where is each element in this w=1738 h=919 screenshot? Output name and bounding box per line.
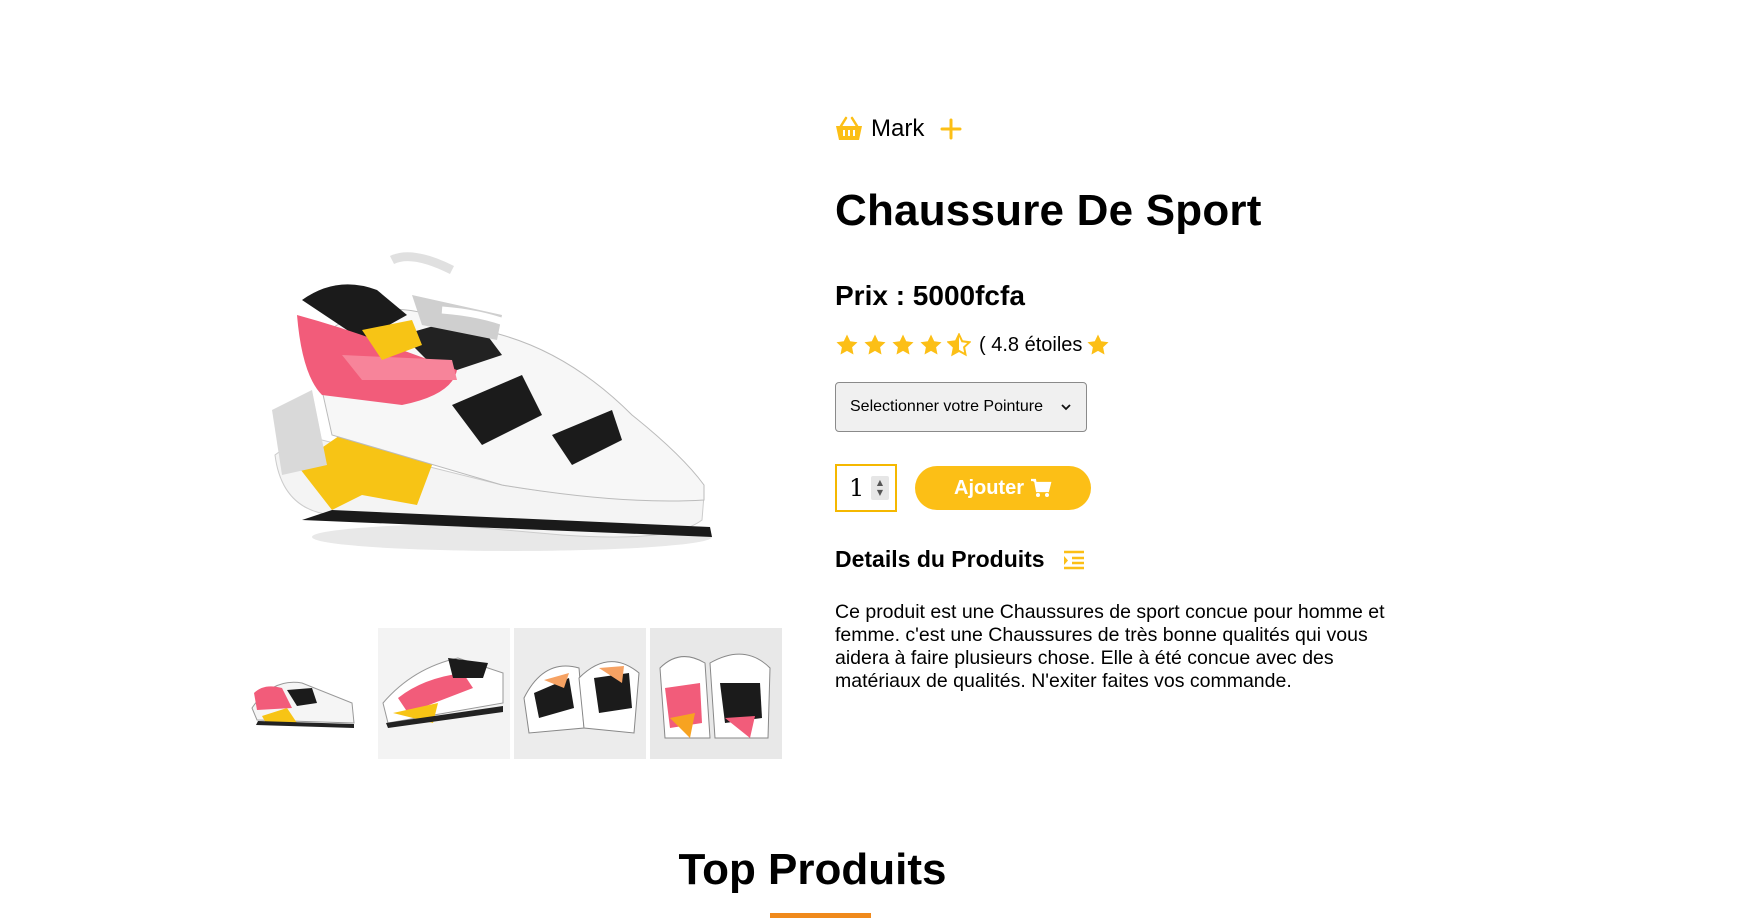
star-full-icon	[920, 334, 942, 355]
brand-name: Mark	[871, 115, 925, 142]
thumbnail-1[interactable]	[242, 628, 374, 759]
top-products-title: Top Produits	[678, 845, 947, 894]
rating-text: ( 4.8 étoiles	[979, 333, 1083, 356]
title-underline	[770, 913, 871, 918]
plus-icon[interactable]	[940, 118, 962, 140]
star-half-icon	[947, 333, 971, 357]
thumbnail-list	[242, 628, 783, 759]
thumbnail-3[interactable]	[514, 628, 646, 759]
size-select-value: Selectionner votre Pointure	[850, 398, 1043, 415]
cart-icon	[1031, 478, 1052, 497]
brand-row: Mark	[835, 110, 1395, 148]
product-details: Mark Chaussure De Sport Prix : 5000fcfa …	[835, 110, 1395, 693]
thumbnail-2[interactable]	[378, 628, 510, 759]
indent-list-icon	[1063, 550, 1084, 569]
star-full-icon	[1087, 334, 1109, 355]
star-full-icon	[892, 334, 914, 355]
size-select[interactable]: Selectionner votre Pointure	[835, 382, 1087, 432]
product-rating: ( 4.8 étoiles	[835, 330, 1395, 360]
add-to-cart-row: 1 ▲ ▼ Ajouter	[835, 464, 1395, 512]
thumbnail-4[interactable]	[650, 628, 782, 759]
product-gallery	[242, 165, 783, 759]
product-title: Chaussure De Sport	[835, 186, 1262, 235]
basket-icon	[836, 116, 862, 140]
product-description: Ce produit est une Chaussures de sport c…	[835, 601, 1385, 692]
star-full-icon	[864, 334, 886, 355]
chevron-down-icon	[1061, 404, 1071, 411]
add-to-cart-label: Ajouter	[954, 476, 1024, 499]
quantity-spin-buttons[interactable]: ▲ ▼	[871, 476, 889, 500]
star-full-icon	[836, 334, 858, 355]
details-heading: Details du Produits	[835, 546, 1045, 572]
sneaker-image	[272, 252, 712, 551]
product-price: Prix : 5000fcfa	[835, 280, 1025, 311]
details-heading-row: Details du Produits	[835, 546, 1395, 573]
add-to-cart-button[interactable]: Ajouter	[915, 466, 1091, 510]
main-product-image	[242, 165, 783, 620]
quantity-value: 1	[849, 474, 865, 502]
quantity-stepper[interactable]: 1 ▲ ▼	[835, 464, 897, 512]
